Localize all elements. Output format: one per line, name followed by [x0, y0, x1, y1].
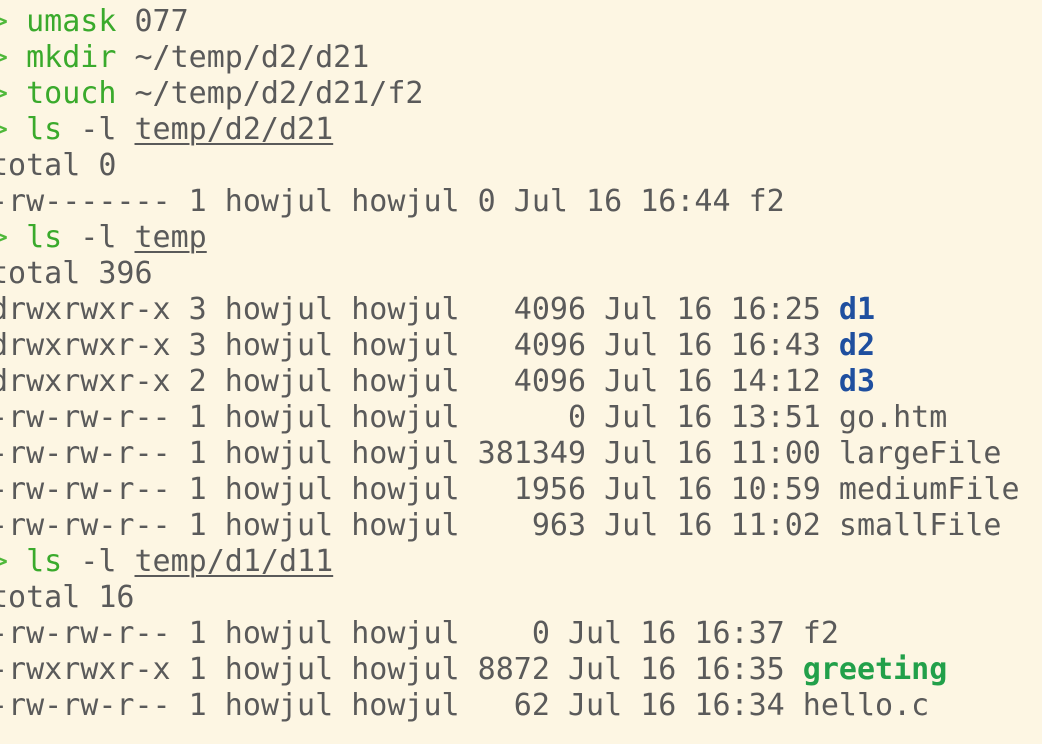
file-meta: drwxrwxr-x 2 howjul howjul 4096 Jul 16 1… — [0, 364, 839, 399]
command-name: ls — [26, 112, 63, 147]
prompt-symbol: > — [0, 4, 8, 39]
output-total: total 396 — [0, 256, 153, 291]
file-name: f2 — [748, 184, 785, 219]
directory-name: d2 — [838, 328, 876, 363]
output-total: total 0 — [0, 148, 117, 183]
file-name: largeFile — [838, 436, 1002, 471]
command-line: > ls -l temp — [0, 220, 1042, 256]
file-row: -rwxrwxr-x 1 howjul howjul 8872 Jul 16 1… — [0, 652, 1042, 688]
command-name: ls — [26, 544, 63, 579]
file-row: drwxrwxr-x 3 howjul howjul 4096 Jul 16 1… — [0, 328, 1042, 364]
file-meta: -rw-rw-r-- 1 howjul howjul 0 Jul 16 16:3… — [0, 616, 803, 651]
file-meta: -rw-rw-r-- 1 howjul howjul 1956 Jul 16 1… — [0, 472, 839, 507]
file-name: hello.c — [802, 688, 930, 723]
prompt-symbol: > — [0, 112, 8, 147]
file-row: -rw-rw-r-- 1 howjul howjul 381349 Jul 16… — [0, 436, 1042, 472]
path-link[interactable]: temp/d1/d11 — [135, 544, 334, 579]
command-args: -l — [62, 544, 135, 579]
path-link[interactable]: temp — [135, 220, 207, 255]
executable-name: greeting — [802, 652, 948, 687]
file-meta: -rw-rw-r-- 1 howjul howjul 62 Jul 16 16:… — [0, 688, 803, 723]
file-row: -rw-rw-r-- 1 howjul howjul 1956 Jul 16 1… — [0, 472, 1042, 508]
file-row: -rw-rw-r-- 1 howjul howjul 0 Jul 16 16:3… — [0, 616, 1042, 652]
file-row: drwxrwxr-x 2 howjul howjul 4096 Jul 16 1… — [0, 364, 1042, 400]
command-args: ~/temp/d2/d21/f2 — [116, 76, 424, 111]
command-args: -l — [62, 112, 135, 147]
prompt-symbol: > — [0, 40, 8, 75]
command-name: touch — [26, 76, 117, 111]
directory-name: d3 — [838, 364, 876, 399]
file-row: -rw-rw-r-- 1 howjul howjul 963 Jul 16 11… — [0, 508, 1042, 544]
file-meta: drwxrwxr-x 3 howjul howjul 4096 Jul 16 1… — [0, 292, 839, 327]
command-name: ls — [26, 220, 63, 255]
file-meta: -rw-rw-r-- 1 howjul howjul 381349 Jul 16… — [0, 436, 839, 471]
file-row: -rw-rw-r-- 1 howjul howjul 62 Jul 16 16:… — [0, 688, 1042, 724]
file-name: smallFile — [838, 508, 1002, 543]
command-args: -l — [62, 220, 135, 255]
prompt-symbol: > — [0, 220, 8, 255]
command-line: > touch ~/temp/d2/d21/f2 — [0, 76, 1042, 112]
directory-name: d1 — [838, 292, 876, 327]
file-meta: -rw------- 1 howjul howjul 0 Jul 16 16:4… — [0, 184, 749, 219]
command-line: > mkdir ~/temp/d2/d21 — [0, 40, 1042, 76]
prompt-symbol: > — [0, 544, 8, 579]
terminal-window[interactable]: > umask 077 > mkdir ~/temp/d2/d21 > touc… — [0, 0, 1042, 744]
command-line: > ls -l temp/d2/d21 — [0, 112, 1042, 148]
file-row: -rw------- 1 howjul howjul 0 Jul 16 16:4… — [0, 184, 1042, 220]
file-meta: -rw-rw-r-- 1 howjul howjul 963 Jul 16 11… — [0, 508, 839, 543]
file-name: f2 — [802, 616, 839, 651]
command-name: mkdir — [26, 40, 117, 75]
file-meta: -rwxrwxr-x 1 howjul howjul 8872 Jul 16 1… — [0, 652, 803, 687]
command-args: ~/temp/d2/d21 — [116, 40, 370, 75]
file-meta: drwxrwxr-x 3 howjul howjul 4096 Jul 16 1… — [0, 328, 839, 363]
command-name: umask — [26, 4, 117, 39]
file-name: mediumFile — [838, 472, 1020, 507]
output-total: total 16 — [0, 580, 135, 615]
file-name: go.htm — [838, 400, 948, 435]
path-link[interactable]: temp/d2/d21 — [135, 112, 334, 147]
command-line: > umask 077 — [0, 4, 1042, 40]
command-args: 077 — [116, 4, 189, 39]
prompt-symbol: > — [0, 76, 8, 111]
file-row: -rw-rw-r-- 1 howjul howjul 0 Jul 16 13:5… — [0, 400, 1042, 436]
file-meta: -rw-rw-r-- 1 howjul howjul 0 Jul 16 13:5… — [0, 400, 839, 435]
command-line: > ls -l temp/d1/d11 — [0, 544, 1042, 580]
file-row: drwxrwxr-x 3 howjul howjul 4096 Jul 16 1… — [0, 292, 1042, 328]
